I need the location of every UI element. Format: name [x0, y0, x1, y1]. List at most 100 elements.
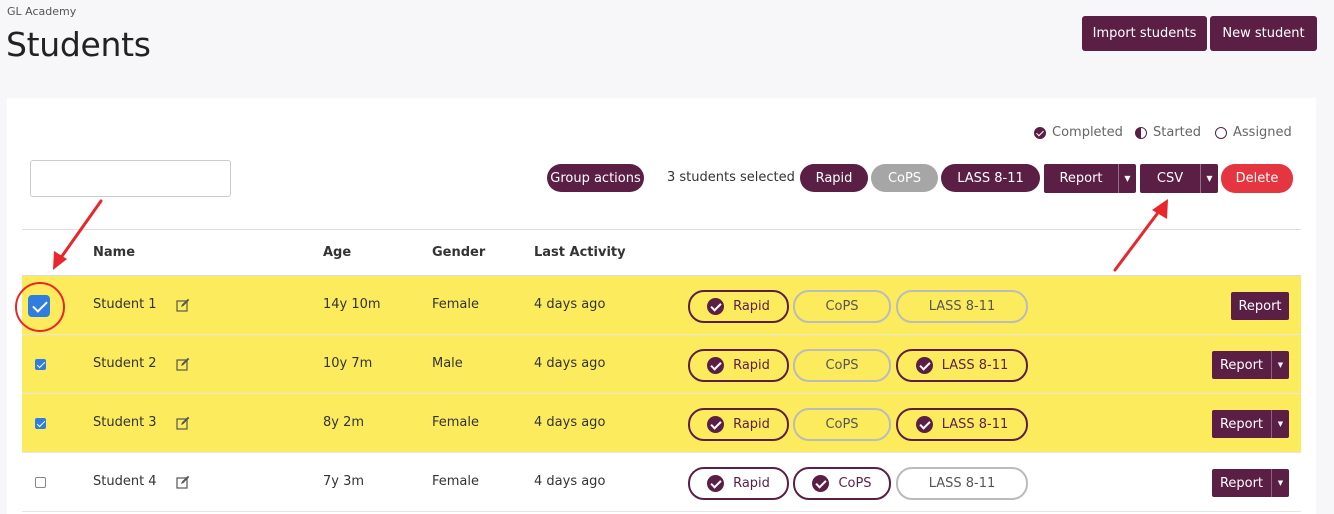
- chevron-down-icon[interactable]: ▼: [1271, 351, 1289, 379]
- table-row[interactable]: Student 3 8y 2m Female 4 days ago Rapid …: [22, 394, 1301, 453]
- row-report-split-button[interactable]: Report ▼: [1212, 351, 1289, 379]
- row-report-button[interactable]: Report: [1231, 292, 1289, 320]
- table-row[interactable]: Student 4 7y 3m Female 4 days ago Rapid …: [22, 453, 1301, 512]
- report-label[interactable]: Report: [1212, 469, 1271, 497]
- column-header-name[interactable]: Name: [93, 245, 135, 260]
- student-last-activity: 4 days ago: [534, 356, 606, 371]
- assessment-rapid[interactable]: Rapid: [688, 408, 789, 441]
- edit-icon[interactable]: [176, 357, 190, 371]
- assessment-label: Rapid: [733, 417, 770, 432]
- assessment-label: CoPS: [838, 476, 872, 491]
- student-gender: Male: [432, 356, 463, 371]
- assign-lass-button[interactable]: LASS 8-11: [941, 164, 1040, 192]
- assessment-label: Rapid: [733, 358, 770, 373]
- assign-cops-button[interactable]: CoPS: [871, 164, 938, 192]
- assessment-label: LASS 8-11: [941, 358, 1009, 373]
- assessment-label: CoPS: [825, 358, 859, 373]
- check-icon: [707, 357, 725, 374]
- student-gender: Female: [432, 474, 480, 489]
- legend-completed-label: Completed: [1052, 125, 1123, 140]
- assessment-label: LASS 8-11: [928, 476, 996, 491]
- assessment-lass[interactable]: LASS 8-11: [896, 467, 1028, 500]
- org-name: GL Academy: [7, 5, 77, 18]
- assessment-label: CoPS: [825, 417, 859, 432]
- column-header-age[interactable]: Age: [323, 245, 351, 260]
- group-actions-button[interactable]: Group actions: [547, 164, 644, 192]
- assessment-cops[interactable]: CoPS: [793, 467, 891, 500]
- completed-icon: [1034, 126, 1046, 139]
- report-button[interactable]: Report: [1044, 164, 1118, 193]
- row-report-split-button[interactable]: Report ▼: [1212, 410, 1289, 438]
- student-name[interactable]: Student 3: [93, 415, 157, 430]
- edit-icon[interactable]: [176, 475, 190, 489]
- row-checkbox[interactable]: [35, 359, 46, 370]
- student-gender: Female: [432, 415, 480, 430]
- assessment-rapid[interactable]: Rapid: [688, 349, 789, 382]
- edit-icon[interactable]: [176, 298, 190, 312]
- csv-split-button[interactable]: CSV ▼: [1140, 164, 1218, 193]
- delete-button[interactable]: Delete: [1221, 164, 1293, 193]
- assessment-label: LASS 8-11: [941, 417, 1009, 432]
- legend-completed: Completed: [1034, 125, 1123, 140]
- student-name[interactable]: Student 2: [93, 356, 157, 371]
- new-student-button[interactable]: New student: [1210, 16, 1317, 51]
- assessment-lass[interactable]: LASS 8-11: [896, 290, 1028, 323]
- student-age: 8y 2m: [323, 415, 365, 430]
- report-label[interactable]: Report: [1231, 292, 1289, 320]
- row-checkbox[interactable]: [35, 477, 46, 488]
- edit-icon[interactable]: [176, 416, 190, 430]
- assessment-cops[interactable]: CoPS: [793, 290, 891, 323]
- student-age: 10y 7m: [323, 356, 373, 371]
- student-last-activity: 4 days ago: [534, 415, 606, 430]
- student-age: 14y 10m: [323, 297, 381, 312]
- check-icon: [707, 298, 725, 315]
- student-last-activity: 4 days ago: [534, 474, 606, 489]
- assessment-lass[interactable]: LASS 8-11: [896, 349, 1028, 382]
- student-gender: Female: [432, 297, 480, 312]
- assessment-lass[interactable]: LASS 8-11: [896, 408, 1028, 441]
- column-header-last-activity[interactable]: Last Activity: [534, 245, 626, 260]
- chevron-down-icon[interactable]: ▼: [1271, 410, 1289, 438]
- assessment-label: Rapid: [733, 476, 770, 491]
- student-last-activity: 4 days ago: [534, 297, 606, 312]
- table-header: Name Age Gender Last Activity: [22, 229, 1301, 276]
- assessment-cops[interactable]: CoPS: [793, 408, 891, 441]
- chevron-down-icon[interactable]: ▼: [1118, 164, 1136, 193]
- check-icon: [915, 357, 933, 374]
- assigned-icon: [1215, 126, 1227, 139]
- report-label[interactable]: Report: [1212, 410, 1271, 438]
- column-header-gender[interactable]: Gender: [432, 245, 485, 260]
- legend-assigned-label: Assigned: [1233, 125, 1292, 140]
- assessment-rapid[interactable]: Rapid: [688, 290, 789, 323]
- chevron-down-icon[interactable]: ▼: [1271, 469, 1289, 497]
- import-students-button[interactable]: Import students: [1082, 16, 1207, 51]
- row-checkbox[interactable]: [35, 418, 46, 429]
- assign-rapid-button[interactable]: Rapid: [800, 164, 868, 192]
- check-icon: [707, 416, 725, 433]
- selected-count: 3 students selected: [667, 170, 795, 185]
- assessment-label: LASS 8-11: [928, 299, 996, 314]
- check-icon: [707, 475, 725, 492]
- table-row[interactable]: Student 2 10y 7m Male 4 days ago Rapid C…: [22, 335, 1301, 394]
- legend-started: Started: [1135, 125, 1201, 140]
- legend-started-label: Started: [1153, 125, 1202, 140]
- report-label[interactable]: Report: [1212, 351, 1271, 379]
- row-checkbox[interactable]: [28, 295, 50, 317]
- assessment-cops[interactable]: CoPS: [793, 349, 891, 382]
- student-name[interactable]: Student 1: [93, 297, 157, 312]
- student-age: 7y 3m: [323, 474, 365, 489]
- assessment-rapid[interactable]: Rapid: [688, 467, 789, 500]
- assessment-label: Rapid: [733, 299, 770, 314]
- assessment-label: CoPS: [825, 299, 859, 314]
- csv-button[interactable]: CSV: [1140, 164, 1200, 193]
- page-title: Students: [6, 25, 151, 64]
- started-icon: [1135, 126, 1147, 139]
- legend-assigned: Assigned: [1215, 125, 1292, 140]
- table-row[interactable]: Student 1 14y 10m Female 4 days ago Rapi…: [22, 276, 1301, 335]
- chevron-down-icon[interactable]: ▼: [1200, 164, 1218, 193]
- row-report-split-button[interactable]: Report ▼: [1212, 469, 1289, 497]
- check-icon: [812, 475, 830, 492]
- student-name[interactable]: Student 4: [93, 474, 157, 489]
- search-input[interactable]: [30, 160, 231, 197]
- report-split-button[interactable]: Report ▼: [1044, 164, 1136, 193]
